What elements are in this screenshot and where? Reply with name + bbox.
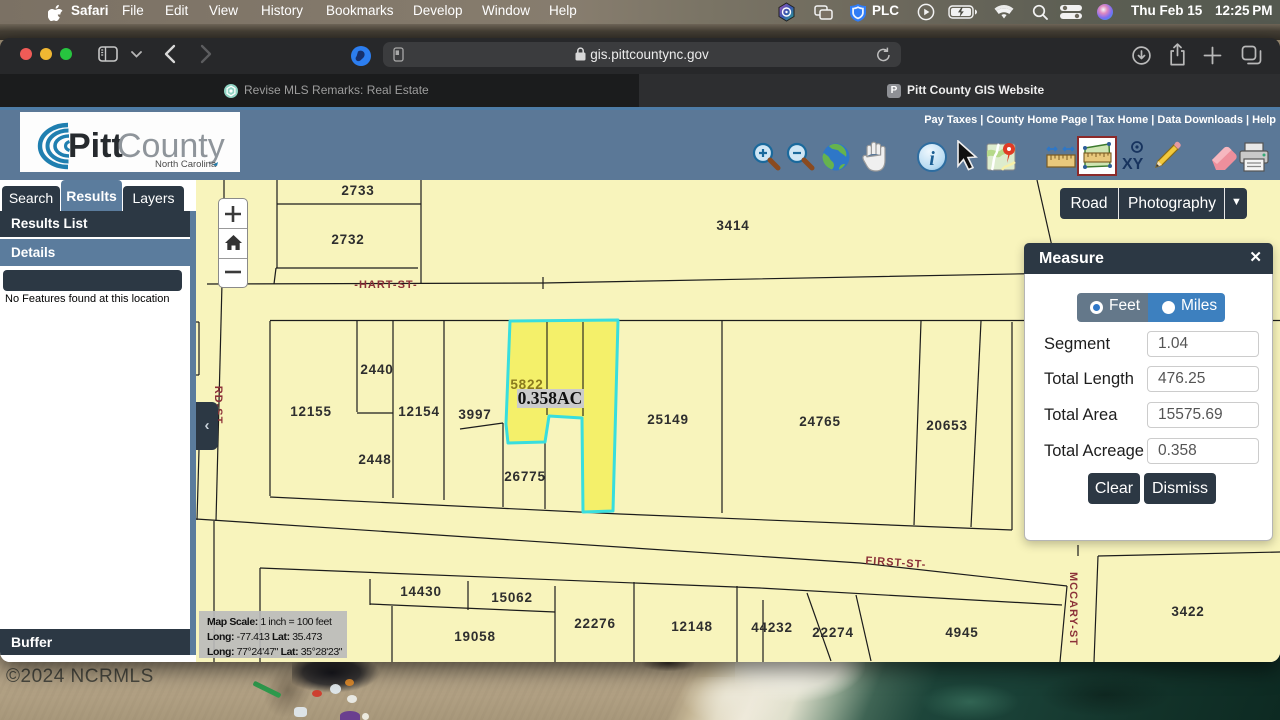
- svg-text:4945: 4945: [945, 625, 978, 640]
- svg-text:22274: 22274: [812, 625, 854, 640]
- svg-text:12148: 12148: [671, 619, 713, 634]
- svg-text:North Carolina: North Carolina: [155, 159, 217, 170]
- svg-text:2732: 2732: [331, 232, 364, 247]
- svg-text:20653: 20653: [926, 418, 968, 433]
- svg-text:26775: 26775: [504, 469, 546, 484]
- svg-text:2733: 2733: [341, 183, 374, 198]
- svg-text:0.358AC: 0.358AC: [518, 388, 583, 408]
- svg-text:2448: 2448: [358, 452, 391, 467]
- svg-text:24765: 24765: [799, 414, 841, 429]
- svg-text:3997: 3997: [458, 407, 491, 422]
- svg-text:25149: 25149: [647, 412, 689, 427]
- svg-text:i: i: [929, 148, 935, 170]
- svg-text:Pitt: Pitt: [68, 127, 123, 165]
- svg-text:19058: 19058: [454, 629, 496, 644]
- svg-text:14430: 14430: [400, 584, 442, 599]
- svg-text:-HART-ST-: -HART-ST-: [354, 279, 417, 291]
- svg-text:XY: XY: [1122, 156, 1144, 173]
- svg-text:2440: 2440: [360, 362, 393, 377]
- svg-text:FIRST-ST-: FIRST-ST-: [865, 555, 927, 571]
- svg-text:12155: 12155: [290, 404, 332, 419]
- svg-text:12154: 12154: [398, 404, 440, 419]
- svg-text:22276: 22276: [574, 616, 616, 631]
- svg-text:15062: 15062: [491, 590, 533, 605]
- svg-text:3414: 3414: [716, 218, 749, 233]
- svg-text:3422: 3422: [1171, 604, 1204, 619]
- svg-text:MCCARY-ST: MCCARY-ST: [1067, 572, 1079, 646]
- svg-text:44232: 44232: [751, 620, 793, 635]
